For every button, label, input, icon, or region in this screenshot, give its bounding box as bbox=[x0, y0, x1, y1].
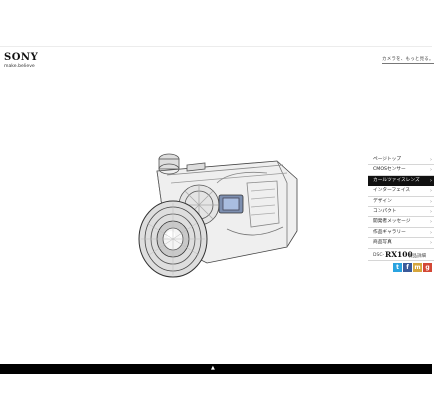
brand-tagline: make.believe bbox=[4, 64, 35, 69]
menu-item-label: 作品ギャラリー bbox=[373, 229, 406, 235]
twitter-icon[interactable]: t bbox=[393, 263, 402, 272]
chevron-right-icon: › bbox=[430, 240, 432, 247]
chevron-right-icon: › bbox=[430, 177, 432, 184]
arrow-up-icon[interactable]: ▲ bbox=[211, 365, 215, 371]
menu-item-gallery[interactable]: 作品ギャラリー › bbox=[368, 227, 434, 239]
menu-item-label: カールツァイスレンズ bbox=[373, 177, 420, 183]
menu-item-label: 開発者メッセージ bbox=[373, 219, 411, 225]
sony-logo[interactable]: SONY make.believe bbox=[4, 53, 38, 70]
section-menu: ページトップ › CMOSセンサー › カールツァイスレンズ › インターフェイ… bbox=[368, 155, 434, 249]
menu-item-product-photos[interactable]: 商品写真 › bbox=[368, 238, 434, 249]
header-divider bbox=[0, 46, 432, 47]
google-plus-icon[interactable]: g bbox=[423, 263, 432, 272]
camera-xray-illustration bbox=[138, 153, 298, 278]
menu-item-compact[interactable]: コンパクト › bbox=[368, 206, 434, 218]
model-prefix: DSC- bbox=[373, 253, 385, 258]
menu-item-label: ページトップ bbox=[373, 157, 402, 162]
social-share-bar: t f m g bbox=[393, 263, 432, 272]
menu-item-cmos-sensor[interactable]: CMOSセンサー › bbox=[368, 165, 434, 176]
menu-item-page-top[interactable]: ページトップ › bbox=[368, 155, 434, 166]
menu-item-label: デザイン bbox=[373, 198, 392, 204]
menu-item-label: コンパクト bbox=[373, 208, 397, 214]
menu-item-interface[interactable]: インターフェイス › bbox=[368, 186, 434, 197]
menu-item-design[interactable]: デザイン › bbox=[368, 196, 434, 207]
chevron-right-icon: › bbox=[430, 229, 432, 236]
bottom-bar[interactable] bbox=[0, 364, 432, 374]
menu-item-carl-zeiss-lens[interactable]: カールツァイスレンズ › bbox=[368, 175, 434, 187]
menu-item-label: CMOSセンサー bbox=[373, 167, 406, 173]
mixi-icon[interactable]: m bbox=[413, 263, 422, 272]
product-detail-label: 製品詳細 bbox=[408, 254, 426, 259]
chevron-right-icon: › bbox=[430, 188, 432, 195]
chevron-right-icon: › bbox=[430, 219, 432, 226]
facebook-icon[interactable]: f bbox=[403, 263, 412, 272]
menu-item-developer-message[interactable]: 開発者メッセージ › bbox=[368, 217, 434, 228]
menu-item-label: インターフェイス bbox=[373, 188, 411, 194]
more-cameras-link[interactable]: カメラを、もっと見る。 bbox=[382, 56, 434, 64]
chevron-right-icon: › bbox=[430, 167, 432, 174]
brand-name: SONY bbox=[4, 52, 39, 63]
menu-item-label: 商品写真 bbox=[373, 240, 392, 246]
chevron-right-icon: › bbox=[430, 208, 432, 215]
product-detail-link[interactable]: DSC- RX100 製品詳細 bbox=[368, 249, 434, 261]
chevron-right-icon: › bbox=[430, 157, 432, 163]
chevron-right-icon: › bbox=[430, 198, 432, 205]
